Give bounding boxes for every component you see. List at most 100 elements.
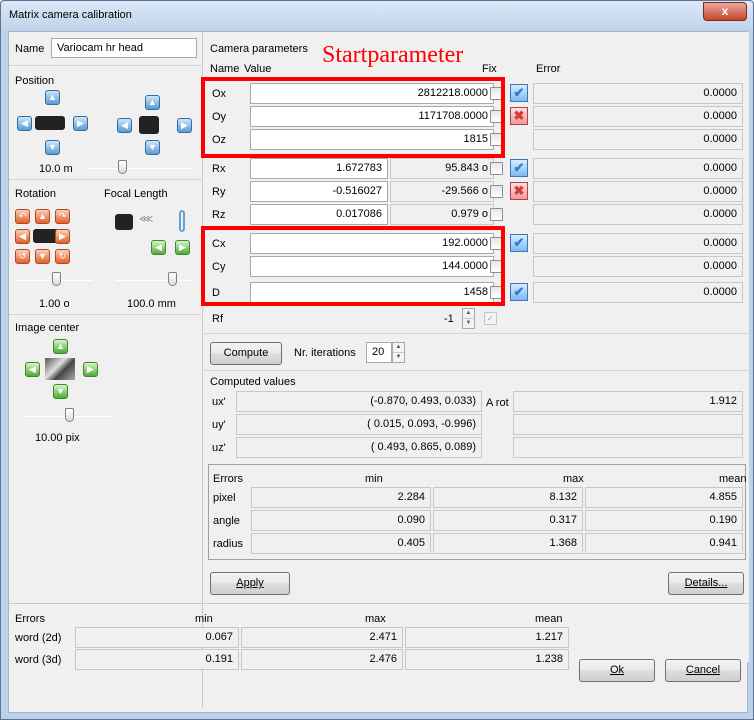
tilt-down-icon[interactable]: ▼ <box>35 249 50 264</box>
focal-decrease-icon[interactable]: ◀ <box>151 240 166 255</box>
world-error-min: 0.067 <box>75 627 239 648</box>
thermal-image-icon <box>45 358 75 380</box>
errors-col-max: max <box>563 473 584 485</box>
error-max: 8.132 <box>433 487 583 508</box>
error-min: 0.405 <box>251 533 431 554</box>
center-left-icon[interactable]: ◀ <box>25 362 40 377</box>
forward-right-arrow-icon[interactable]: ▶ <box>177 118 192 133</box>
tilt-up-icon[interactable]: ▲ <box>35 209 50 224</box>
iterations-spinner[interactable]: ▲ ▼ <box>392 342 405 363</box>
error-row-name: radius <box>213 538 243 550</box>
param-value-input[interactable]: 1.672783 <box>250 158 388 179</box>
rf-checkbox[interactable]: ✓ <box>484 312 497 325</box>
camera-parameters-label: Camera parameters <box>210 43 308 55</box>
blue-check-icon: ✔ <box>510 234 528 252</box>
rotation-value: 1.00 o <box>39 298 70 310</box>
focal-length-label: Focal Length <box>104 188 168 200</box>
computed-value: ( 0.493, 0.865, 0.089) <box>236 437 482 458</box>
focal-slider-thumb[interactable] <box>168 272 177 286</box>
roll-left-icon[interactable]: ↺ <box>15 249 30 264</box>
error-mean: 0.941 <box>585 533 743 554</box>
world-error-mean: 1.217 <box>405 627 569 648</box>
forward-left-arrow-icon[interactable]: ◀ <box>117 118 132 133</box>
param-fix-checkbox[interactable] <box>490 162 503 175</box>
pan-left-icon[interactable]: ◀ <box>15 229 30 244</box>
iterations-label: Nr. iterations <box>294 347 356 359</box>
focal-increase-icon[interactable]: ▶ <box>175 240 190 255</box>
rf-label: Rf <box>212 313 223 325</box>
rotate-cw-icon[interactable]: ↷ <box>55 209 70 224</box>
col-name-header: Name <box>210 63 240 75</box>
divider <box>9 65 203 66</box>
apply-label: Apply <box>236 577 264 589</box>
image-center-slider-thumb[interactable] <box>65 408 74 422</box>
close-button[interactable]: x <box>703 2 747 21</box>
error-min: 2.284 <box>251 487 431 508</box>
rotation-slider-thumb[interactable] <box>52 272 61 286</box>
move-down-arrow-icon[interactable]: ▼ <box>45 140 60 155</box>
param-error: 0.0000 <box>533 256 743 277</box>
col-error-header: Error <box>536 63 561 75</box>
center-right-icon[interactable]: ▶ <box>83 362 98 377</box>
world-errors-header: Errors <box>15 613 45 625</box>
error-max: 0.317 <box>433 510 583 531</box>
errors-col-min: min <box>365 473 383 485</box>
center-down-icon[interactable]: ▼ <box>53 384 68 399</box>
cancel-button[interactable]: Cancel <box>665 659 741 682</box>
center-up-icon[interactable]: ▲ <box>53 339 68 354</box>
distance-slider-thumb[interactable] <box>118 160 127 174</box>
divider <box>9 179 203 180</box>
apply-button[interactable]: Apply <box>210 572 290 595</box>
computed-name: uz' <box>212 442 226 454</box>
focal-camera-icon <box>115 214 133 230</box>
divider <box>204 333 749 334</box>
move-left-arrow-icon[interactable]: ◀ <box>17 116 32 131</box>
compute-button[interactable]: Compute <box>210 342 282 365</box>
name-input[interactable]: Variocam hr head <box>51 38 197 58</box>
rf-spinner[interactable]: ▲ ▼ <box>462 308 475 329</box>
details-label: Details... <box>684 577 728 589</box>
iterations-input[interactable]: 20 <box>366 342 392 363</box>
light-beam-icon: ⋘ <box>139 214 154 225</box>
param-fix-checkbox[interactable] <box>490 185 503 198</box>
param-name: Ry <box>212 186 226 198</box>
computed-value: ( 0.015, 0.093, -0.996) <box>236 414 482 435</box>
param-value-input[interactable]: -0.516027 <box>250 181 388 202</box>
title-bar[interactable]: Matrix camera calibration x <box>1 1 753 29</box>
move-right-arrow-icon[interactable]: ▶ <box>73 116 88 131</box>
param-error: 0.0000 <box>533 106 743 127</box>
world-error-mean: 1.238 <box>405 649 569 670</box>
computed-name: uy' <box>212 419 226 431</box>
world-error-min: 0.191 <box>75 649 239 670</box>
error-min: 0.090 <box>251 510 431 531</box>
red-x-icon: ✖ <box>510 107 528 125</box>
arot-empty-2 <box>513 437 743 458</box>
rotate-ccw-icon[interactable]: ↶ <box>15 209 30 224</box>
param-name: Rz <box>212 209 226 221</box>
ok-button[interactable]: Ok <box>579 659 655 682</box>
camera-icon <box>35 116 65 130</box>
error-row-name: pixel <box>213 492 236 504</box>
image-center-label: Image center <box>15 322 80 334</box>
rf-value: -1 <box>444 313 454 325</box>
details-button[interactable]: Details... <box>668 572 744 595</box>
focal-slider-track[interactable] <box>115 280 191 281</box>
param-fix-checkbox[interactable] <box>490 208 503 221</box>
pan-right-icon[interactable]: ▶ <box>55 229 70 244</box>
param-error: 0.0000 <box>533 204 743 225</box>
param-degrees: -29.566 o <box>390 181 494 202</box>
world-error-max: 2.476 <box>241 649 403 670</box>
error-row-name: angle <box>213 515 240 527</box>
roll-right-icon[interactable]: ↻ <box>55 249 70 264</box>
forward-up-arrow-icon[interactable]: ▲ <box>145 95 160 110</box>
errors-table: Errors min max mean pixel 2.284 8.132 4.855… <box>208 464 747 560</box>
red-x-icon: ✖ <box>510 182 528 200</box>
param-value-input[interactable]: 0.017086 <box>250 204 388 225</box>
camera-front-icon <box>139 116 159 134</box>
move-up-arrow-icon[interactable]: ▲ <box>45 90 60 105</box>
errors-header: Errors <box>213 473 243 485</box>
forward-down-arrow-icon[interactable]: ▼ <box>145 140 160 155</box>
cancel-label: Cancel <box>685 664 721 676</box>
param-degrees: 95.843 o <box>390 158 494 179</box>
distance-slider-track[interactable] <box>87 168 193 169</box>
